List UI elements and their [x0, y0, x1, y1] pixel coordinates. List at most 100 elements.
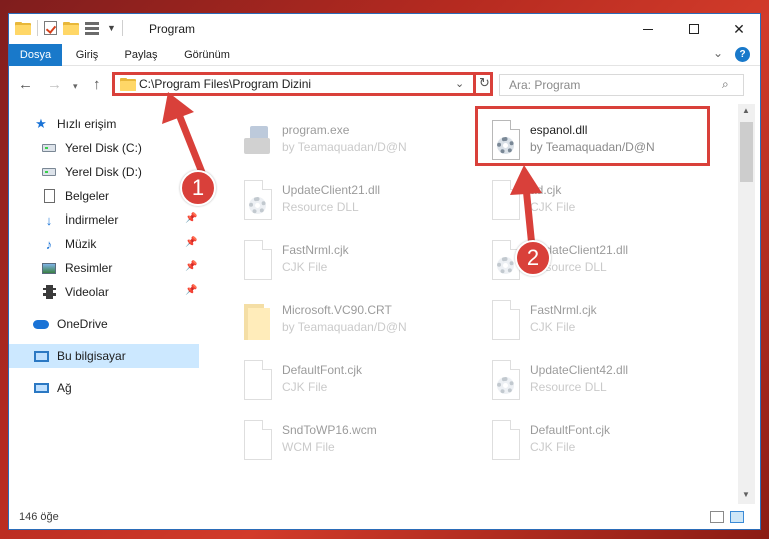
maximize-button[interactable] [671, 14, 717, 44]
file-subtitle: by Teamaquadan/D@N [282, 140, 407, 154]
file-item[interactable]: UpdateClient21.dll Resource DLL [232, 176, 472, 228]
customize-icon[interactable] [85, 21, 101, 35]
file-subtitle: WCM File [282, 440, 335, 454]
address-history-chevron-icon[interactable]: ⌄ [455, 77, 464, 90]
file-item[interactable]: FastNrml.cjk CJK File [480, 296, 720, 348]
scroll-up-icon[interactable]: ▲ [742, 106, 750, 115]
file-item[interactable]: DefaultFont.cjk CJK File [232, 356, 472, 408]
chevron-down-icon[interactable]: ▼ [107, 23, 116, 33]
callout-2: 2 [515, 240, 551, 276]
help-icon[interactable]: ? [735, 47, 750, 62]
dll-icon [488, 360, 522, 402]
file-icon [240, 240, 274, 282]
file-subtitle: CJK File [530, 440, 576, 454]
back-arrow-icon[interactable]: ← [18, 76, 33, 93]
file-item[interactable]: SndToWP16.wcm WCM File [232, 416, 472, 468]
drive-icon [41, 165, 57, 179]
pin-icon[interactable]: 📌 [185, 261, 197, 272]
highlight-frame [475, 106, 710, 166]
file-name: FastNrml.cjk [530, 303, 597, 317]
separator [121, 20, 123, 36]
file-subtitle: CJK File [282, 260, 328, 274]
refresh-icon[interactable]: ↻ [473, 72, 493, 96]
explorer-window: ▼ Program ✕ Dosya Giriş Paylaş Görünüm ⌄… [8, 13, 761, 530]
properties-check-icon[interactable] [44, 21, 57, 35]
sidebar-item-onedrive[interactable]: OneDrive [9, 312, 199, 336]
forward-arrow-icon[interactable]: → [47, 76, 62, 93]
dll-icon [240, 180, 274, 222]
sidebar-item-label: Yerel Disk (C:) [65, 141, 142, 155]
file-icon [488, 300, 522, 342]
up-arrow-icon[interactable]: ↑ [93, 76, 101, 93]
minimize-button[interactable] [625, 14, 671, 44]
sidebar-item-label: Müzik [65, 237, 97, 251]
vertical-scrollbar[interactable]: ▲ ▼ [738, 104, 755, 504]
exe-icon [240, 120, 274, 162]
sidebar-item-label: Ağ [57, 381, 72, 395]
file-name: FastNrml.cjk [282, 243, 349, 257]
quick-access-toolbar: ▼ [15, 20, 123, 36]
file-name: UpdateClient21.dll [282, 183, 381, 197]
file-subtitle: CJK File [282, 380, 328, 394]
folder-icon[interactable] [15, 21, 31, 35]
sidebar-item-label: Videolar [65, 285, 109, 299]
window-title: Program [149, 22, 196, 36]
file-item[interactable]: DefaultFont.cjk CJK File [480, 416, 720, 468]
scroll-down-icon[interactable]: ▼ [742, 490, 750, 499]
file-name: SndToWP16.wcm [282, 423, 377, 437]
sidebar-item-network[interactable]: Ağ [9, 376, 199, 400]
file-subtitle: by Teamaquadan/D@N [282, 320, 407, 334]
file-item[interactable]: Microsoft.VC90.CRT by Teamaquadan/D@N [232, 296, 472, 348]
title-bar: ▼ Program ✕ [9, 14, 760, 44]
sidebar-item-label: İndirmeler [65, 213, 119, 227]
sidebar-item-label: Hızlı erişim [57, 117, 117, 131]
file-item[interactable]: FastNrml.cjk CJK File [232, 236, 472, 288]
expand-ribbon-chevron-icon[interactable]: ⌄ [713, 46, 723, 60]
ribbon-tabs: Dosya Giriş Paylaş Görünüm ⌄ ? [9, 44, 760, 96]
search-placeholder[interactable]: Ara: Program [509, 78, 580, 92]
sidebar-item-label: Belgeler [65, 189, 110, 203]
search-box[interactable]: Ara: Program ⌕ [499, 74, 744, 96]
separator [37, 20, 38, 36]
sidebar-item-music[interactable]: ♪ Müzik 📌 [9, 232, 199, 256]
folder-icon [120, 78, 136, 91]
sidebar-item-downloads[interactable]: ↓ İndirmeler 📌 [9, 208, 199, 232]
file-icon [240, 420, 274, 462]
file-subtitle: Resource DLL [530, 380, 607, 394]
large-icons-view-icon[interactable] [730, 511, 744, 523]
recent-locations-chevron-icon[interactable]: ▾ [73, 81, 78, 92]
tab-giris[interactable]: Giriş [65, 44, 109, 66]
address-path[interactable]: C:\Program Files\Program Dizini [139, 77, 311, 91]
sidebar-item-label: Resimler [65, 261, 113, 275]
tab-paylas[interactable]: Paylaş [119, 44, 163, 66]
tab-gorunum[interactable]: Görünüm [175, 44, 239, 66]
pictures-icon [41, 261, 57, 275]
callout-1: 1 [180, 170, 216, 206]
file-name: DefaultFont.cjk [282, 363, 363, 377]
folder-icon [240, 300, 274, 342]
sidebar-item-pictures[interactable]: Resimler 📌 [9, 256, 199, 280]
close-button[interactable]: ✕ [716, 14, 760, 44]
new-folder-icon[interactable] [63, 21, 79, 35]
file-item[interactable]: UpdateClient42.dll Resource DLL [480, 356, 720, 408]
file-name: Microsoft.VC90.CRT [282, 303, 392, 317]
sidebar-item-label: Yerel Disk (D:) [65, 165, 142, 179]
pin-icon[interactable]: 📌 [185, 285, 197, 296]
navigation-bar: ← → ▾ ↑ C:\Program Files\Program Dizini … [9, 66, 760, 104]
pin-icon[interactable]: 📌 [185, 213, 197, 224]
sidebar-item-videos[interactable]: Videolar 📌 [9, 280, 199, 304]
search-icon[interactable]: ⌕ [722, 77, 729, 92]
scroll-thumb[interactable] [740, 122, 753, 182]
music-icon: ♪ [45, 236, 53, 252]
status-bar: 146 öğe [9, 506, 760, 529]
cloud-icon [33, 317, 49, 331]
file-name: UpdateClient42.dll [530, 363, 629, 377]
pin-icon[interactable]: 📌 [185, 237, 197, 248]
details-view-icon[interactable] [710, 511, 724, 523]
file-item[interactable]: program.exe by Teamaquadan/D@N [232, 116, 472, 168]
document-icon [41, 189, 57, 203]
file-subtitle: Resource DLL [282, 200, 359, 214]
sidebar-item-this-pc[interactable]: Bu bilgisayar [9, 344, 199, 368]
item-count: 146 öğe [19, 511, 59, 523]
file-subtitle: CJK File [530, 320, 576, 334]
